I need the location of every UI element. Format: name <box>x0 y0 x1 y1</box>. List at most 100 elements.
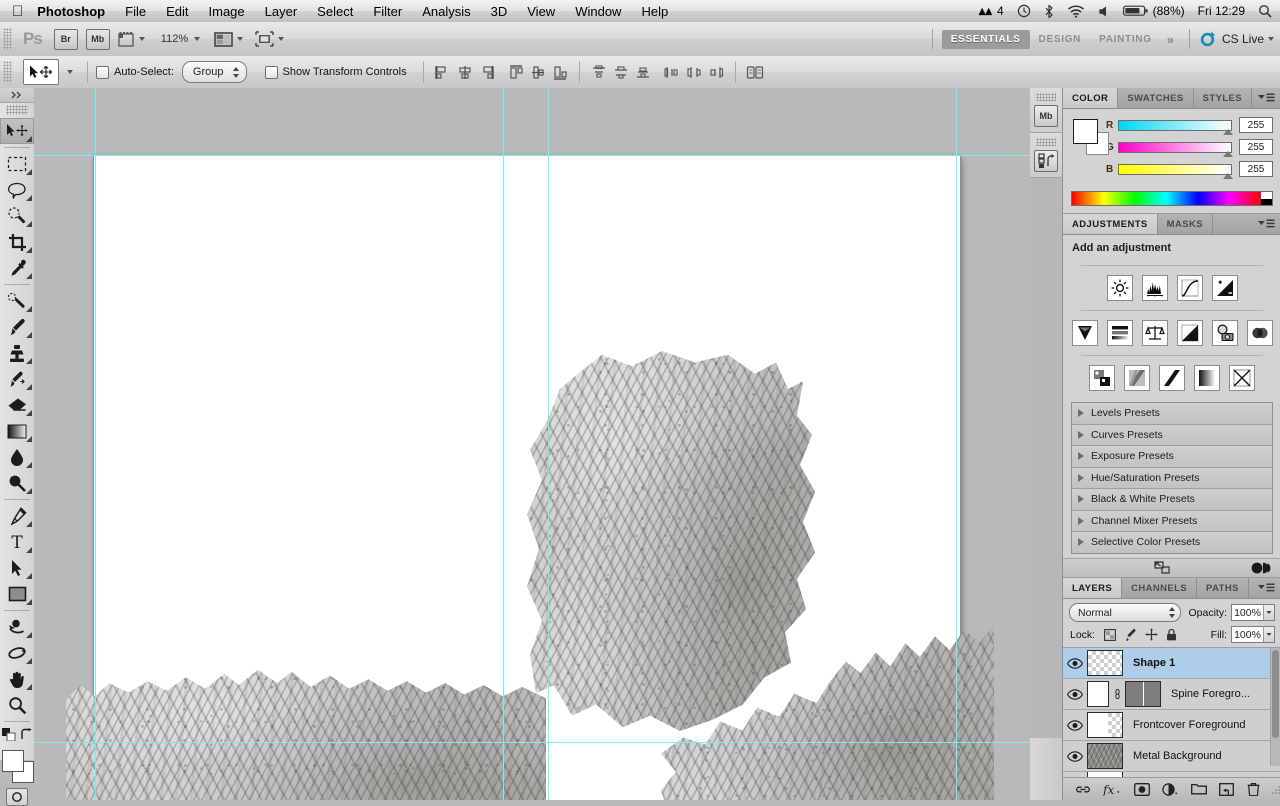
zoom-tool[interactable] <box>0 692 34 718</box>
menu-photoshop[interactable]: Photoshop <box>37 4 105 19</box>
crop-tool[interactable] <box>0 229 34 255</box>
layer-name[interactable]: Shape 1 <box>1133 657 1175 669</box>
volume-icon[interactable] <box>1098 5 1110 18</box>
workspace-essentials[interactable]: ESSENTIALS <box>941 29 1030 49</box>
delete-layer-icon[interactable] <box>1247 782 1260 796</box>
slider-thumb[interactable] <box>1223 128 1233 135</box>
horizontal-guide-1[interactable] <box>34 155 1030 156</box>
layer-name[interactable]: Spine Foregro... <box>1171 688 1250 700</box>
new-layer-icon[interactable] <box>1219 782 1235 796</box>
panel-menu-icon[interactable] <box>1252 88 1280 108</box>
quick-mask-toggle[interactable] <box>6 788 28 806</box>
table-row[interactable]: Metal Background <box>1063 741 1280 772</box>
color-panel-foreground-swatch[interactable] <box>1073 119 1098 144</box>
rectangular-marquee-tool[interactable] <box>0 151 34 177</box>
gradient-map-icon[interactable] <box>1194 365 1220 391</box>
dodge-tool[interactable] <box>0 470 34 496</box>
auto-select-scope-select[interactable]: Group <box>181 61 247 83</box>
mask-link-icon[interactable] <box>1111 688 1123 700</box>
horizontal-guide-2[interactable] <box>34 742 1030 743</box>
layer-visibility-toggle[interactable] <box>1063 750 1087 762</box>
apple-menu-icon[interactable]:  <box>12 4 23 19</box>
color-slider-g[interactable] <box>1118 141 1233 157</box>
lock-image-pixels-icon[interactable] <box>1124 628 1137 641</box>
tools-collapse-button[interactable] <box>0 88 34 103</box>
brush-tool[interactable] <box>0 314 34 340</box>
menu-filter[interactable]: Filter <box>373 4 402 19</box>
3d-orbit-tool[interactable] <box>0 640 34 666</box>
layer-name[interactable]: Frontcover Foreground <box>1133 719 1246 731</box>
distribute-bottom-edges-button[interactable] <box>633 62 653 82</box>
wifi-icon[interactable] <box>1067 4 1085 18</box>
preset-hue-saturation[interactable]: Hue/Saturation Presets <box>1072 467 1272 489</box>
3d-rotate-tool[interactable] <box>0 614 34 640</box>
color-spectrum-ramp[interactable] <box>1071 191 1273 206</box>
optionsbar-grip[interactable] <box>3 61 12 83</box>
link-layers-icon[interactable] <box>1075 784 1091 795</box>
lock-position-icon[interactable] <box>1145 628 1158 641</box>
layer-mask-icon[interactable] <box>1133 782 1150 796</box>
table-row[interactable]: Spine Foregro... <box>1063 679 1280 710</box>
new-group-icon[interactable] <box>1191 783 1208 795</box>
menu-view[interactable]: View <box>527 4 555 19</box>
hand-tool[interactable] <box>0 666 34 692</box>
clip-to-layer-icon[interactable] <box>1251 562 1271 574</box>
layer-thumbnail[interactable] <box>1087 712 1123 738</box>
layer-thumbnail[interactable] <box>1087 650 1123 676</box>
foreground-color-swatch[interactable] <box>2 750 24 772</box>
show-transform-controls-checkbox[interactable] <box>264 65 278 79</box>
pen-tool[interactable] <box>0 503 34 529</box>
eraser-tool[interactable] <box>0 392 34 418</box>
preset-exposure[interactable]: Exposure Presets <box>1072 446 1272 468</box>
levels-icon[interactable] <box>1141 275 1168 301</box>
layer-visibility-toggle[interactable] <box>1063 719 1087 731</box>
document-canvas-area[interactable] <box>34 88 1030 800</box>
slider-thumb[interactable] <box>1223 172 1233 179</box>
invert-icon[interactable] <box>1089 365 1115 391</box>
move-tool[interactable] <box>0 118 34 144</box>
distribute-horizontal-centers-button[interactable] <box>684 62 704 82</box>
align-top-edges-button[interactable] <box>506 62 526 82</box>
distribute-vertical-centers-button[interactable] <box>611 62 631 82</box>
time-machine-icon[interactable] <box>1017 4 1031 18</box>
swap-colors-icon[interactable] <box>20 728 33 741</box>
clone-stamp-tool[interactable] <box>0 340 34 366</box>
preset-channel-mixer[interactable]: Channel Mixer Presets <box>1072 510 1272 532</box>
lock-transparent-pixels-icon[interactable] <box>1104 628 1117 641</box>
tab-adjustments[interactable]: ADJUSTMENTS <box>1063 214 1158 234</box>
tab-paths[interactable]: PATHS <box>1197 578 1249 598</box>
layers-scrollbar[interactable] <box>1270 648 1280 766</box>
tab-color[interactable]: COLOR <box>1063 88 1119 108</box>
preset-black-and-white[interactable]: Black & White Presets <box>1072 489 1272 511</box>
align-bottom-edges-button[interactable] <box>550 62 570 82</box>
menu-select[interactable]: Select <box>317 4 353 19</box>
align-vertical-centers-button[interactable] <box>528 62 548 82</box>
default-colors-icon[interactable] <box>1 728 16 741</box>
layer-thumbnail[interactable] <box>1087 681 1109 707</box>
history-brush-tool[interactable] <box>0 366 34 392</box>
align-right-edges-button[interactable] <box>477 62 497 82</box>
tab-styles[interactable]: STYLES <box>1194 88 1253 108</box>
auto-align-layers-button[interactable] <box>745 62 765 82</box>
black-and-white-icon[interactable] <box>1176 320 1203 346</box>
launch-bridge-button[interactable]: Br <box>53 28 78 50</box>
exposure-icon[interactable] <box>1211 275 1238 301</box>
blend-mode-select[interactable]: Normal <box>1069 603 1182 622</box>
tool-preset-dropdown[interactable] <box>63 70 73 74</box>
arrange-documents-button[interactable] <box>255 31 285 47</box>
opacity-field[interactable]: 100% <box>1231 604 1275 621</box>
menu-help[interactable]: Help <box>641 4 668 19</box>
posterize-icon[interactable] <box>1124 365 1150 391</box>
battery-status[interactable]: (88%) <box>1122 4 1185 18</box>
vertical-guide-1[interactable] <box>95 88 96 800</box>
preset-selective-color[interactable]: Selective Color Presets <box>1072 532 1272 553</box>
horizontal-type-tool[interactable]: T <box>0 529 34 555</box>
color-value-r[interactable]: 255 <box>1239 117 1273 133</box>
layer-style-icon[interactable]: fx <box>1103 783 1121 796</box>
panel-menu-icon[interactable] <box>1252 578 1280 598</box>
brightness-contrast-icon[interactable] <box>1106 275 1133 301</box>
blur-tool[interactable] <box>0 444 34 470</box>
quick-selection-tool[interactable] <box>0 203 34 229</box>
workspace-painting[interactable]: PAINTING <box>1090 30 1161 49</box>
zoom-level-value[interactable]: 112% <box>161 33 188 45</box>
